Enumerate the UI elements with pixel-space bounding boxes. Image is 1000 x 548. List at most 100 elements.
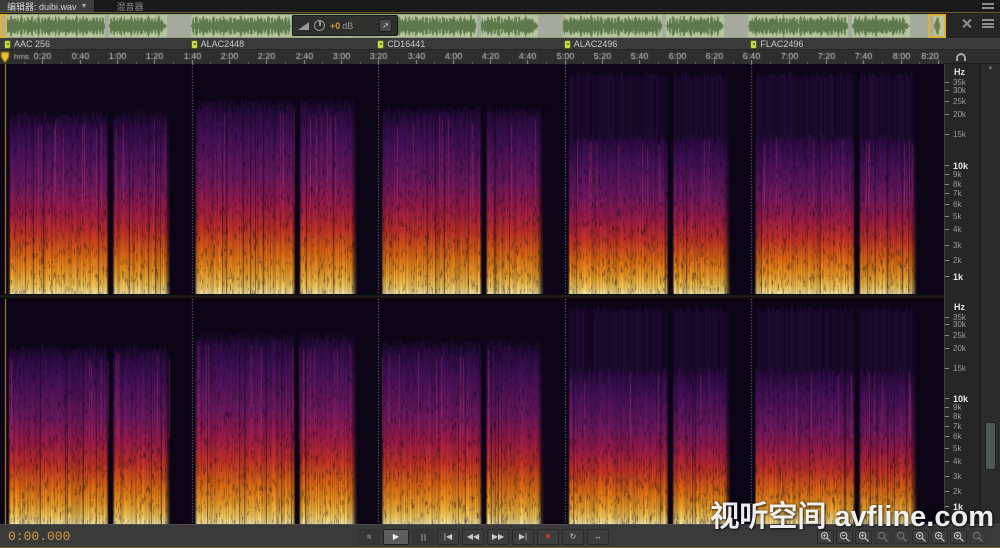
marker-flag[interactable]: AAC 256 — [4, 39, 50, 49]
editor-main-area: Hz 35k 30k 25k 20k 15k 10k 9k 8k 7k 6k 5k 4k 3k 2k 1k H… — [0, 64, 1000, 524]
marker-label: FLAC2496 — [760, 39, 804, 49]
pause-button[interactable] — [412, 529, 434, 545]
audition-window: 编辑器: duibi.wav ▼ 混音器 +0 dB ↗ AAC 256 ALAC… — [0, 0, 1000, 548]
time-ruler[interactable] — [0, 50, 1000, 64]
freq-tick-label: 20k — [953, 344, 966, 353]
freq-tick — [945, 229, 949, 230]
freq-tick-label: 5k — [953, 444, 962, 453]
marker-row[interactable]: AAC 256 ALAC2448 CD16441 ALAC2496 FLAC2496 — [0, 38, 1000, 50]
marker-label: CD16441 — [387, 39, 426, 49]
freq-tick — [945, 317, 949, 318]
tab-editor[interactable]: 编辑器: duibi.wav ▼ — [0, 0, 96, 12]
loop-playback-button[interactable]: ↻ — [562, 529, 584, 545]
freq-tick-label: 20k — [953, 110, 966, 119]
marker-flag[interactable]: ALAC2448 — [190, 39, 245, 49]
snap-magnet-icon[interactable] — [956, 53, 966, 61]
freq-tick — [945, 368, 949, 369]
transport-controls: ■ ▶ |◀ ◀◀ ▶▶ ▶| ● ↻ ↔ — [358, 529, 609, 545]
vertical-scrollbar[interactable]: ▲ ▼ — [980, 64, 1000, 524]
freq-axis-unit: Hz — [954, 67, 965, 77]
fade-slope-icon — [298, 21, 309, 30]
freq-tick — [945, 134, 949, 135]
scroll-up-icon[interactable]: ▲ — [981, 65, 1000, 71]
freq-tick — [945, 90, 949, 91]
freq-tick — [945, 426, 949, 427]
marker-label: ALAC2448 — [200, 39, 245, 49]
freq-tick — [945, 461, 949, 462]
view-range-right-handle[interactable] — [928, 14, 946, 38]
freq-tick-label: 7k — [953, 189, 962, 198]
freq-tick-label: 9k — [953, 403, 962, 412]
marker-flag[interactable]: FLAC2496 — [750, 39, 803, 49]
freq-tick-label: 1k — [953, 272, 964, 282]
overview-navigator[interactable]: +0 dB ↗ — [0, 14, 1000, 38]
freq-tick — [945, 193, 949, 194]
tab-mixer[interactable]: 混音器 — [109, 0, 150, 12]
panel-tab-bar: 编辑器: duibi.wav ▼ 混音器 — [0, 0, 1000, 13]
frequency-axis-column[interactable]: Hz 35k 30k 25k 20k 15k 10k 9k 8k 7k 6k 5k 4k 3k 2k 1k H… — [944, 64, 980, 524]
volume-knob-icon[interactable] — [314, 20, 325, 31]
spectrogram-channel-left[interactable] — [0, 64, 944, 294]
play-button[interactable]: ▶ — [383, 529, 409, 545]
volume-db-unit: dB — [342, 20, 354, 31]
marker-flag-icon[interactable] — [750, 39, 758, 49]
scrollbar-thumb[interactable] — [985, 422, 996, 470]
tools-icon[interactable] — [961, 18, 972, 29]
marker-flag-icon[interactable] — [190, 39, 198, 49]
frequency-axis-right-channel[interactable]: Hz 35k 30k 25k 20k 15k 10k 9k 8k 7k 6k 5k 4k 3k 2k 1k — [945, 299, 981, 524]
freq-tick-label: 3k — [953, 241, 962, 250]
freq-tick — [945, 407, 949, 408]
marker-flag[interactable]: ALAC2496 — [563, 39, 618, 49]
marker-label: AAC 256 — [14, 39, 51, 49]
freq-tick — [945, 260, 949, 261]
marker-flag[interactable]: CD16441 — [377, 39, 425, 49]
freq-tick-label: 8k — [953, 412, 962, 421]
freq-tick-label: 15k — [953, 130, 966, 139]
overview-waveform[interactable] — [0, 14, 946, 38]
marker-label: ALAC2496 — [573, 39, 618, 49]
frequency-axis-left-channel[interactable]: Hz 35k 30k 25k 20k 15k 10k 9k 8k 7k 6k 5k 4k 3k 2k 1k — [945, 64, 981, 294]
freq-tick — [945, 114, 949, 115]
skip-to-start-button[interactable]: |◀ — [437, 529, 459, 545]
skip-to-end-button[interactable]: ▶| — [512, 529, 534, 545]
freq-tick — [945, 491, 949, 492]
freq-tick-label: 30k — [953, 86, 966, 95]
freq-tick — [945, 101, 949, 102]
marker-flag-icon[interactable] — [377, 39, 385, 49]
fast-forward-button[interactable]: ▶▶ — [487, 529, 509, 545]
freq-tick-label: 3k — [953, 472, 962, 481]
tab-editor-label: 编辑器: duibi.wav — [7, 1, 77, 12]
freq-tick — [945, 416, 949, 417]
chevron-down-icon[interactable]: ▼ — [81, 3, 88, 10]
freq-tick — [945, 476, 949, 477]
watermark-text: 视听空间 avfline.com — [710, 501, 994, 533]
panel-options-icon[interactable] — [982, 3, 994, 10]
skip-selection-button[interactable]: ↔ — [587, 529, 609, 545]
spectrogram-channel-right[interactable] — [0, 299, 944, 524]
hud-detach-icon[interactable]: ↗ — [379, 19, 392, 32]
freq-tick-label: 8k — [953, 180, 962, 189]
volume-hud[interactable]: +0 dB ↗ — [292, 15, 398, 36]
rewind-button[interactable]: ◀◀ — [462, 529, 484, 545]
freq-tick — [945, 165, 949, 166]
freq-tick — [945, 184, 949, 185]
freq-tick-label: 25k — [953, 331, 966, 340]
freq-tick-label: 4k — [953, 225, 962, 234]
stop-button[interactable]: ■ — [358, 529, 380, 545]
freq-tick — [945, 324, 949, 325]
marker-flag-icon[interactable] — [563, 39, 571, 49]
playhead-time-display[interactable]: 0:00.000 — [8, 529, 70, 544]
freq-tick-label: 4k — [953, 457, 962, 466]
freq-tick — [945, 348, 949, 349]
marker-flag-icon[interactable] — [4, 39, 11, 49]
freq-tick — [945, 335, 949, 336]
time-ruler-canvas[interactable] — [0, 50, 944, 64]
freq-tick — [945, 174, 949, 175]
volume-db-value[interactable]: +0 — [330, 21, 340, 31]
view-range-left-handle[interactable] — [0, 14, 7, 38]
freq-tick — [945, 398, 949, 399]
record-button[interactable]: ● — [537, 529, 559, 545]
freq-tick — [945, 245, 949, 246]
freq-tick — [945, 276, 949, 277]
properties-icon[interactable] — [982, 19, 994, 28]
